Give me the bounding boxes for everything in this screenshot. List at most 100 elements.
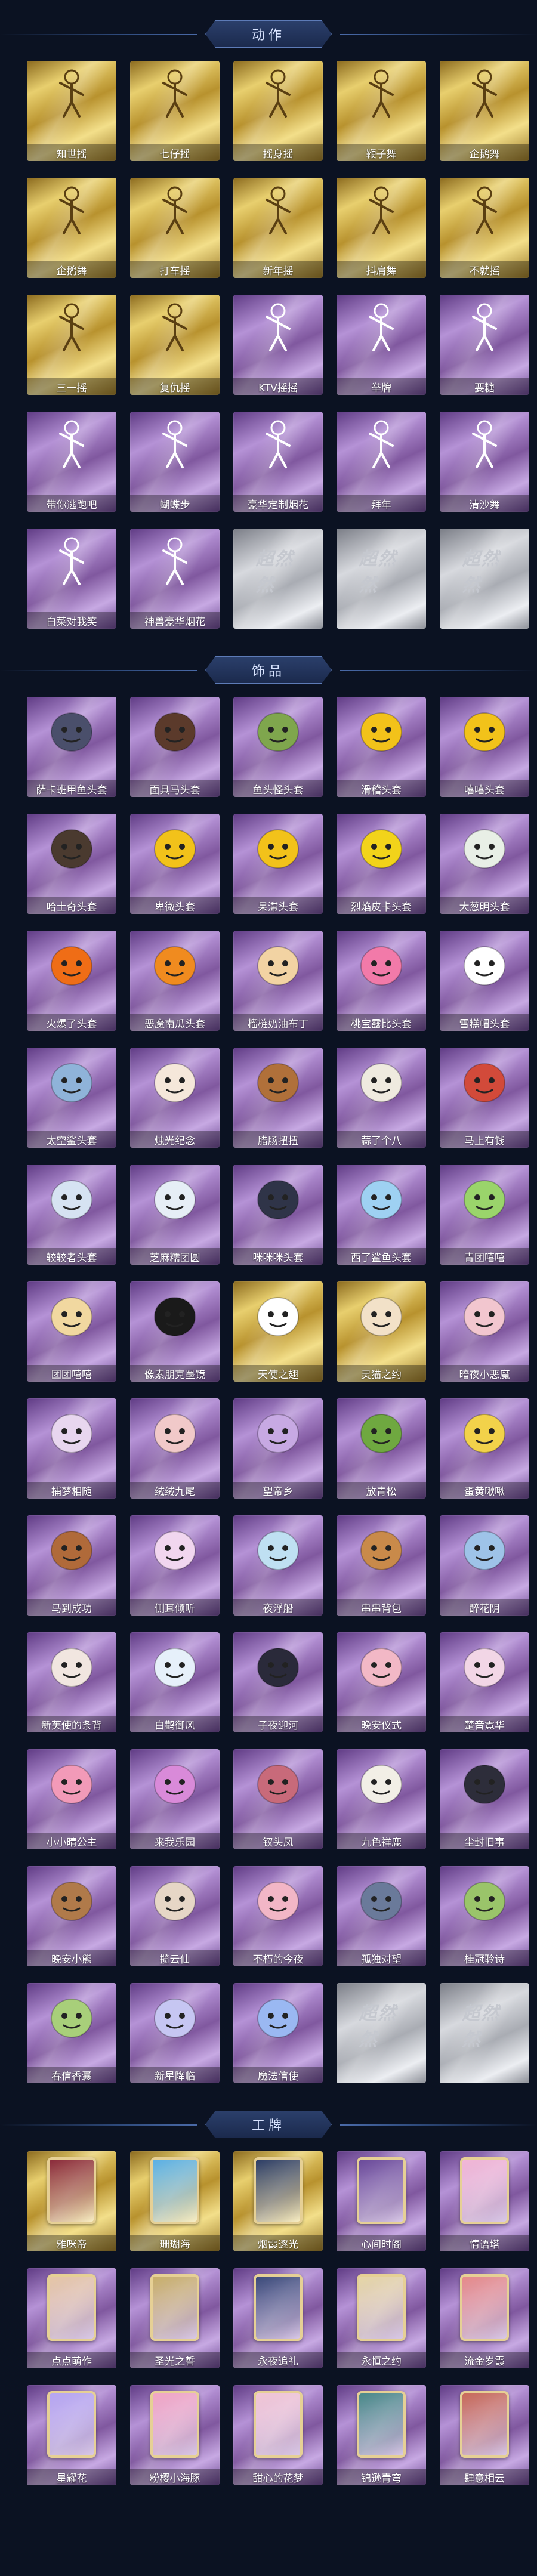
accessory-item[interactable]: 新星降临 bbox=[130, 1983, 220, 2083]
accessory-item[interactable]: 桂冠聆诗 bbox=[440, 1866, 529, 1966]
accessory-item[interactable]: 望帝乡 bbox=[233, 1398, 323, 1499]
action-item[interactable]: 白菜对我笑 bbox=[27, 529, 116, 629]
badge-item[interactable]: 雅咪帝 bbox=[27, 2151, 116, 2251]
accessory-item[interactable]: 夜浮船 bbox=[233, 1515, 323, 1616]
accessory-item[interactable]: 来我乐园 bbox=[130, 1749, 220, 1849]
accessory-item[interactable]: 白鹳御风 bbox=[130, 1632, 220, 1732]
accessory-item[interactable]: 卑微头套 bbox=[130, 814, 220, 914]
accessory-item[interactable]: 晚安小熊 bbox=[27, 1866, 116, 1966]
accessory-item[interactable]: 鱼头怪头套 bbox=[233, 697, 323, 797]
accessory-item[interactable]: 马上有钱 bbox=[440, 1048, 529, 1148]
accessory-item[interactable]: 烈焰皮卡头套 bbox=[337, 814, 426, 914]
action-item[interactable]: 打车摇 bbox=[130, 178, 220, 278]
accessory-item[interactable]: 烛光纪念 bbox=[130, 1048, 220, 1148]
accessory-item[interactable]: 腊肠扭扭 bbox=[233, 1048, 323, 1148]
action-item[interactable]: 拜年 bbox=[337, 412, 426, 512]
action-item[interactable]: 摇身摇 bbox=[233, 61, 323, 161]
accessory-item[interactable]: 魔法信使 bbox=[233, 1983, 323, 2083]
accessory-item[interactable]: 钗头凤 bbox=[233, 1749, 323, 1849]
accessory-item[interactable]: 雪糕帽头套 bbox=[440, 931, 529, 1031]
action-item[interactable]: 蝴蝶步 bbox=[130, 412, 220, 512]
action-item[interactable]: 三一摇 bbox=[27, 295, 116, 395]
accessory-item[interactable]: 太空鲨头套 bbox=[27, 1048, 116, 1148]
accessory-item[interactable]: 大葱明头套 bbox=[440, 814, 529, 914]
action-item[interactable]: 超然然 bbox=[440, 529, 529, 629]
accessory-item[interactable]: 灵猫之约 bbox=[337, 1281, 426, 1382]
badge-item[interactable]: 圣光之誓 bbox=[130, 2268, 220, 2368]
accessory-item[interactable]: 串串背包 bbox=[337, 1515, 426, 1616]
action-item[interactable]: 不就摇 bbox=[440, 178, 529, 278]
accessory-item[interactable]: 青团嘻嘻 bbox=[440, 1165, 529, 1265]
accessory-item[interactable]: 萨卡班甲鱼头套 bbox=[27, 697, 116, 797]
accessory-item[interactable]: 放青松 bbox=[337, 1398, 426, 1499]
accessory-item[interactable]: 捕梦相随 bbox=[27, 1398, 116, 1499]
accessory-item[interactable]: 蛋黄啾啾 bbox=[440, 1398, 529, 1499]
badge-item[interactable]: 点点萌作 bbox=[27, 2268, 116, 2368]
accessory-item[interactable]: 绒绒九尾 bbox=[130, 1398, 220, 1499]
action-item[interactable]: 企鹅舞 bbox=[440, 61, 529, 161]
action-item[interactable]: 抖肩舞 bbox=[337, 178, 426, 278]
accessory-item[interactable]: 火爆了头套 bbox=[27, 931, 116, 1031]
accessory-item[interactable]: 孤独对望 bbox=[337, 1866, 426, 1966]
accessory-item[interactable]: 新芙使的条背 bbox=[27, 1632, 116, 1732]
accessory-item[interactable]: 榴梿奶油布丁 bbox=[233, 931, 323, 1031]
accessory-item[interactable]: 尘封旧事 bbox=[440, 1749, 529, 1849]
accessory-item[interactable]: 九色祥鹿 bbox=[337, 1749, 426, 1849]
accessory-item[interactable]: 春信香囊 bbox=[27, 1983, 116, 2083]
accessory-item[interactable]: 超然然 bbox=[440, 1983, 529, 2083]
badge-item[interactable]: 永夜追礼 bbox=[233, 2268, 323, 2368]
accessory-item[interactable]: 咪咪咪头套 bbox=[233, 1165, 323, 1265]
accessory-item[interactable]: 晚安仪式 bbox=[337, 1632, 426, 1732]
accessory-item[interactable]: 楚音霓华 bbox=[440, 1632, 529, 1732]
accessory-item[interactable]: 暗夜小恶魔 bbox=[440, 1281, 529, 1382]
action-item[interactable]: 新年摇 bbox=[233, 178, 323, 278]
accessory-item[interactable]: 恶魔南瓜头套 bbox=[130, 931, 220, 1031]
badge-item[interactable]: 锦逊青穹 bbox=[337, 2385, 426, 2485]
badge-item[interactable]: 永恒之约 bbox=[337, 2268, 426, 2368]
accessory-item[interactable]: 较较者头套 bbox=[27, 1165, 116, 1265]
action-item[interactable]: 鞭子舞 bbox=[337, 61, 426, 161]
accessory-item[interactable]: 蒜了个八 bbox=[337, 1048, 426, 1148]
accessory-item[interactable]: 醉花阴 bbox=[440, 1515, 529, 1616]
action-item[interactable]: KTV摇摇 bbox=[233, 295, 323, 395]
accessory-item[interactable]: 天使之翅 bbox=[233, 1281, 323, 1382]
accessory-item[interactable]: 桃宝露比头套 bbox=[337, 931, 426, 1031]
action-item[interactable]: 带你逃跑吧 bbox=[27, 412, 116, 512]
badge-item[interactable]: 心间时阁 bbox=[337, 2151, 426, 2251]
action-item[interactable]: 举牌 bbox=[337, 295, 426, 395]
accessory-item[interactable]: 嘻嘻头套 bbox=[440, 697, 529, 797]
accessory-item[interactable]: 呆滞头套 bbox=[233, 814, 323, 914]
accessory-item[interactable]: 西了鲨鱼头套 bbox=[337, 1165, 426, 1265]
badge-item[interactable]: 星耀花 bbox=[27, 2385, 116, 2485]
accessory-item[interactable]: 小小晴公主 bbox=[27, 1749, 116, 1849]
accessory-item[interactable]: 滑稽头套 bbox=[337, 697, 426, 797]
accessory-item[interactable]: 像素朋克墨镜 bbox=[130, 1281, 220, 1382]
action-item[interactable]: 要糖 bbox=[440, 295, 529, 395]
accessory-item[interactable]: 芝麻糯团圆 bbox=[130, 1165, 220, 1265]
accessory-item[interactable]: 面具马头套 bbox=[130, 697, 220, 797]
action-item[interactable]: 七仔摇 bbox=[130, 61, 220, 161]
accessory-item[interactable]: 子夜迎河 bbox=[233, 1632, 323, 1732]
action-item[interactable]: 豪华定制烟花 bbox=[233, 412, 323, 512]
badge-item[interactable]: 情语塔 bbox=[440, 2151, 529, 2251]
accessory-item[interactable]: 马到成功 bbox=[27, 1515, 116, 1616]
action-item[interactable]: 超然然 bbox=[233, 529, 323, 629]
accessory-item[interactable]: 侧耳倾听 bbox=[130, 1515, 220, 1616]
accessory-item[interactable]: 揽云仙 bbox=[130, 1866, 220, 1966]
accessory-item[interactable]: 不朽的今夜 bbox=[233, 1866, 323, 1966]
action-item[interactable]: 企鹅舞 bbox=[27, 178, 116, 278]
action-item[interactable]: 知世摇 bbox=[27, 61, 116, 161]
badge-item[interactable]: 烟霞逐光 bbox=[233, 2151, 323, 2251]
action-item[interactable]: 神兽豪华烟花 bbox=[130, 529, 220, 629]
accessory-item[interactable]: 哈士奇头套 bbox=[27, 814, 116, 914]
badge-item[interactable]: 粉樱小海豚 bbox=[130, 2385, 220, 2485]
badge-item[interactable]: 甜心的花梦 bbox=[233, 2385, 323, 2485]
accessory-item[interactable]: 团团嘻嘻 bbox=[27, 1281, 116, 1382]
action-item[interactable]: 超然然 bbox=[337, 529, 426, 629]
badge-item[interactable]: 肆意相云 bbox=[440, 2385, 529, 2485]
action-item[interactable]: 复仇摇 bbox=[130, 295, 220, 395]
accessory-item[interactable]: 超然然 bbox=[337, 1983, 426, 2083]
action-item[interactable]: 清沙舞 bbox=[440, 412, 529, 512]
badge-item[interactable]: 流金岁霞 bbox=[440, 2268, 529, 2368]
badge-item[interactable]: 珊瑚海 bbox=[130, 2151, 220, 2251]
